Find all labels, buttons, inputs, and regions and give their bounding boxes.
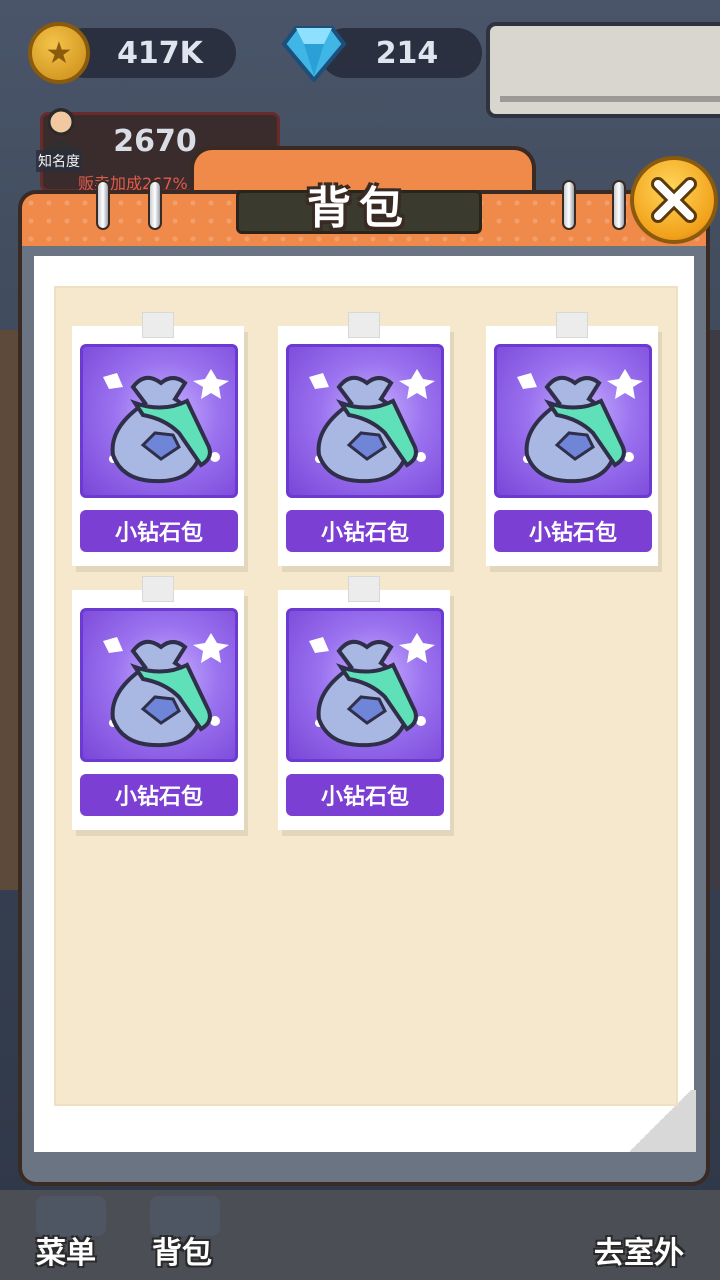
item-image: [286, 344, 444, 498]
item-name: 小钻石包: [320, 785, 409, 810]
item-label: 小钻石包: [80, 774, 238, 816]
item-image: [494, 344, 652, 498]
gem-value: 214: [375, 35, 439, 71]
close-button[interactable]: [630, 156, 718, 244]
avatar-icon: [42, 108, 80, 152]
item-label: 小钻石包: [80, 510, 238, 552]
binder-ring: [148, 180, 162, 230]
item-image: [286, 608, 444, 762]
binder-ring: [562, 180, 576, 230]
diamond-bag-icon: [103, 633, 229, 748]
tape-strip: [348, 312, 380, 338]
tape-strip: [142, 312, 174, 338]
panel-title: 背包: [307, 183, 411, 234]
inventory-item[interactable]: 小钻石包: [278, 576, 450, 830]
tape-strip: [142, 576, 174, 602]
tape-strip: [556, 312, 588, 338]
go-outdoor-button[interactable]: 去室外: [594, 1228, 684, 1272]
item-image: [80, 608, 238, 762]
item-name: 小钻石包: [114, 785, 203, 810]
coin-value: 417K: [117, 35, 203, 71]
binder-ring: [612, 180, 626, 230]
diamond-bag-icon: [103, 369, 229, 484]
background-shelf: [486, 22, 720, 118]
inventory-item[interactable]: 小钻石包: [278, 312, 450, 566]
inventory-item[interactable]: 小钻石包: [72, 312, 244, 566]
diamond-icon: [282, 26, 346, 82]
binder-ring: [96, 180, 110, 230]
item-image: [80, 344, 238, 498]
item-label: 小钻石包: [286, 774, 444, 816]
close-icon: [651, 177, 697, 223]
inventory-item[interactable]: 小钻石包: [486, 312, 658, 566]
diamond-bag-icon: [517, 369, 643, 484]
bag-button[interactable]: 背包: [152, 1228, 212, 1272]
fame-label: 知名度: [36, 150, 82, 172]
item-name: 小钻石包: [320, 521, 409, 546]
inventory-item[interactable]: 小钻石包: [72, 576, 244, 830]
item-name: 小钻石包: [528, 521, 617, 546]
item-label: 小钻石包: [286, 510, 444, 552]
item-name: 小钻石包: [114, 521, 203, 546]
coin-icon: ★: [28, 22, 90, 84]
tape-strip: [348, 576, 380, 602]
diamond-bag-icon: [309, 369, 435, 484]
item-label: 小钻石包: [494, 510, 652, 552]
menu-button[interactable]: 菜单: [36, 1228, 96, 1272]
diamond-bag-icon: [309, 633, 435, 748]
